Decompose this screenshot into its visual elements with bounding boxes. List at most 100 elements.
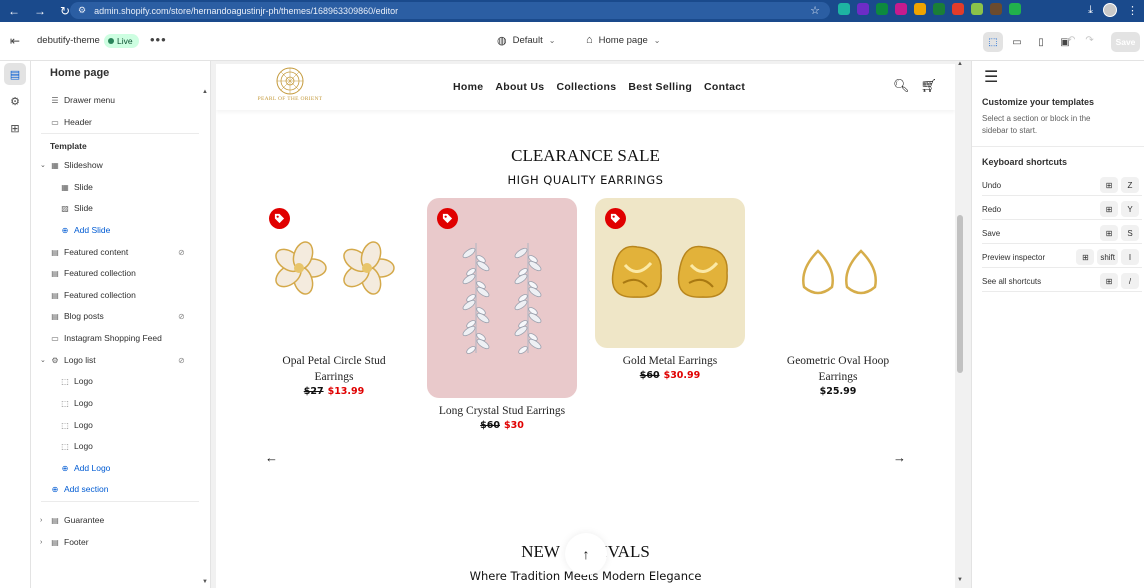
sidebar-item-slide[interactable]: ▨ Slide	[31, 198, 201, 218]
m-ext-icon[interactable]	[933, 3, 945, 15]
desktop-icon[interactable]: ▭	[1007, 32, 1027, 52]
add-section-button[interactable]: ⊕ Add section	[31, 479, 201, 499]
sidebar-item-label: Footer	[64, 537, 89, 547]
sidebar-item-featured-collection[interactable]: ▤ Featured collection	[31, 263, 201, 283]
exit-icon[interactable]: ⇤	[10, 34, 20, 48]
scroll-up-icon[interactable]: ▲	[957, 61, 963, 67]
grid-ext-icon[interactable]	[1009, 3, 1021, 15]
save-button[interactable]: Save	[1111, 32, 1140, 52]
sidebar-item-featured-content[interactable]: ▤ Featured content ⊘	[31, 242, 201, 262]
section-icon: ▤	[51, 515, 59, 525]
store-preview: PEARL OF THE ORIENT Home About Us Collecti…	[216, 64, 955, 588]
sidebar-item-logo-list[interactable]: ⌄ ⚙ Logo list ⊘	[31, 350, 201, 370]
page-select-value: Home page	[598, 34, 648, 46]
cart-icon[interactable]: 🛒︎	[921, 78, 938, 94]
theme-settings-icon[interactable]: ⚙	[4, 90, 26, 112]
product-image[interactable]	[427, 198, 577, 398]
add-slide-button[interactable]: ⊕ Add Slide	[31, 220, 201, 240]
color-ext-icon[interactable]	[952, 3, 964, 15]
downloads-icon[interactable]: ⤓	[1088, 4, 1093, 17]
store-logo[interactable]: PEARL OF THE ORIENT	[258, 66, 322, 106]
circle-ext-icon[interactable]	[895, 3, 907, 15]
carousel-next-arrow[interactable]: →	[893, 450, 906, 465]
forward-icon[interactable]: →	[34, 4, 46, 18]
product-card[interactable]: Geometric Oval Hoop Earrings $25.99	[763, 198, 913, 397]
product-image[interactable]	[763, 198, 913, 348]
product-name[interactable]: Opal Petal Circle Stud Earrings	[259, 353, 409, 385]
sidebar-item-footer[interactable]: › ▤ Footer	[31, 532, 201, 552]
preview-scrollbar[interactable]: ▲ ▼	[955, 61, 965, 588]
add-logo-button[interactable]: ⊕ Add Logo	[31, 458, 201, 478]
back-icon[interactable]: ←	[8, 4, 20, 18]
sidebar-item-slideshow[interactable]: ⌄ ▦ Slideshow	[31, 155, 201, 175]
chevron-down-icon[interactable]: ⌄	[40, 356, 46, 364]
chevron-right-icon[interactable]: ›	[40, 517, 42, 524]
sidebar-item-logo[interactable]: ⬚ Logo	[31, 415, 201, 435]
search-icon[interactable]: 🔍︎	[893, 78, 910, 94]
product-name[interactable]: Long Crystal Stud Earrings	[427, 403, 577, 419]
panel-divider	[972, 146, 1144, 147]
editor-topbar: ⇤ debutify-theme Live ••• ◍ Default ⌄ ⌂ …	[0, 22, 1144, 61]
browser-menu-icon[interactable]: ⋮	[1127, 4, 1138, 17]
product-card[interactable]: Long Crystal Stud Earrings $60 $30	[427, 198, 577, 431]
sections-icon[interactable]: ▤	[4, 63, 26, 85]
profile-avatar[interactable]	[1103, 3, 1117, 17]
back-to-top-button[interactable]: ↑	[565, 533, 607, 575]
product-name[interactable]: Geometric Oval Hoop Earrings	[763, 353, 913, 385]
badge-ext-icon[interactable]	[971, 3, 983, 15]
product-image[interactable]	[595, 198, 745, 348]
menu-item-about-us[interactable]: About Us	[495, 81, 544, 93]
menu-item-best-selling[interactable]: Best Selling	[628, 81, 692, 93]
chevron-right-icon[interactable]: ›	[40, 539, 42, 546]
scroll-down-icon[interactable]: ▼	[957, 577, 963, 583]
sidebar-item-slide[interactable]: ▦ Slide	[31, 177, 201, 197]
sidebar-item-logo[interactable]: ⬚ Logo	[31, 393, 201, 413]
page-select[interactable]: ⌂ Home page ⌄	[586, 34, 660, 46]
sidebar-item-blog-posts[interactable]: ▤ Blog posts ⊘	[31, 306, 201, 326]
sidebar-item-logo[interactable]: ⬚ Logo	[31, 371, 201, 391]
chevron-down-icon[interactable]: ⌄	[40, 161, 46, 169]
product-card[interactable]: Opal Petal Circle Stud Earrings $27 $13.99	[259, 198, 409, 397]
grammar-ext-icon[interactable]	[838, 3, 850, 15]
reload-icon[interactable]: ↻	[60, 4, 70, 18]
product-name[interactable]: Gold Metal Earrings	[595, 353, 745, 369]
dot-ext-icon[interactable]	[990, 3, 1002, 15]
sidebar-item-guarantee[interactable]: › ▤ Guarantee	[31, 510, 201, 530]
hidden-eye-icon[interactable]: ⊘	[178, 248, 185, 257]
old-price: $60	[639, 370, 660, 381]
menu-item-contact[interactable]: Contact	[704, 81, 745, 93]
sidebar-item-label: Logo	[74, 398, 93, 408]
shortcuts-heading: Keyboard shortcuts	[982, 157, 1068, 167]
product-image[interactable]	[259, 198, 409, 348]
logo-block-icon: ⬚	[61, 376, 69, 386]
hidden-eye-icon[interactable]: ⊘	[178, 312, 185, 321]
template-select[interactable]: ◍ Default ⌄	[497, 34, 555, 47]
sidebar-item-instagram-shopping-feed[interactable]: ▭ Instagram Shopping Feed	[31, 328, 201, 348]
scroll-up-icon[interactable]: ▲	[202, 89, 208, 95]
inspector-icon[interactable]: ⬚	[983, 32, 1003, 52]
download-ext-icon[interactable]	[857, 3, 869, 15]
sidebar-item-featured-collection[interactable]: ▤ Featured collection	[31, 285, 201, 305]
leaf-ext-icon[interactable]	[876, 3, 888, 15]
site-settings-icon[interactable]: ⚙	[78, 5, 86, 16]
undo-icon[interactable]: ↶	[1067, 35, 1075, 46]
address-bar[interactable]: ⚙ admin.shopify.com/store/hernandoagusti…	[70, 2, 830, 19]
redo-icon[interactable]: ↷	[1085, 35, 1093, 46]
flag-ext-icon[interactable]	[914, 3, 926, 15]
sidebar-item-drawer-menu[interactable]: ☰ Drawer menu	[31, 90, 201, 110]
sidebar-item-header[interactable]: ▭ Header	[31, 112, 201, 132]
product-card[interactable]: Gold Metal Earrings $60 $30.99	[595, 198, 745, 381]
menu-item-collections[interactable]: Collections	[556, 81, 616, 93]
menu-item-home[interactable]: Home	[453, 81, 483, 93]
bookmark-star-icon[interactable]: ☆	[810, 4, 820, 17]
scroll-down-icon[interactable]: ▼	[202, 579, 208, 585]
hidden-eye-icon[interactable]: ⊘	[178, 356, 185, 365]
mobile-icon[interactable]: ▯	[1031, 32, 1051, 52]
sidebar-item-logo[interactable]: ⬚ Logo	[31, 436, 201, 456]
carousel-prev-arrow[interactable]: ←	[265, 450, 278, 465]
more-actions-button[interactable]: •••	[150, 32, 167, 47]
sidebar-divider	[41, 501, 199, 502]
shortcut-keys: ⊞ /	[1100, 273, 1139, 289]
scrollbar-thumb[interactable]	[957, 215, 963, 373]
app-embeds-icon[interactable]: ⊞	[4, 117, 26, 139]
